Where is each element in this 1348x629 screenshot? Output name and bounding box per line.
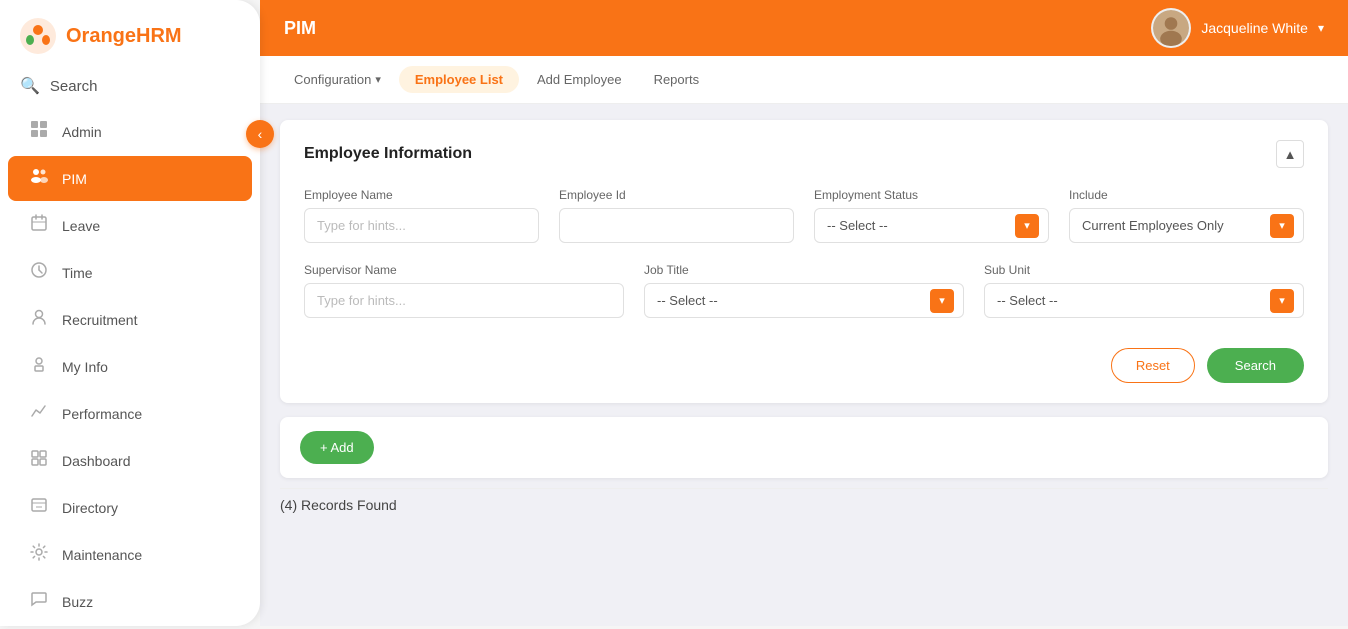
collapse-button[interactable]: ▲ [1276, 140, 1304, 168]
tab-configuration-label: Configuration [294, 72, 371, 87]
main-content: PIM Jacqueline White ▾ Configuration ▾ E… [260, 0, 1348, 626]
config-chevron-icon: ▾ [375, 73, 381, 86]
sidebar-item-recruitment[interactable]: Recruitment [8, 297, 252, 342]
sidebar-item-time[interactable]: Time [8, 250, 252, 295]
header-title: PIM [284, 18, 316, 39]
employee-id-label: Employee Id [559, 188, 794, 202]
sub-unit-select[interactable]: -- Select -- [984, 283, 1304, 318]
page-body: Employee Information ▲ Employee Name Emp… [260, 104, 1348, 626]
employment-status-label: Employment Status [814, 188, 1049, 202]
sidebar-item-dashboard[interactable]: Dashboard [8, 438, 252, 483]
include-label: Include [1069, 188, 1304, 202]
employment-status-wrapper: -- Select -- ▾ [814, 208, 1049, 243]
employee-name-label: Employee Name [304, 188, 539, 202]
time-icon [28, 260, 50, 285]
sub-unit-wrapper: -- Select -- ▾ [984, 283, 1304, 318]
dashboard-label: Dashboard [62, 453, 131, 469]
job-title-wrapper: -- Select -- ▾ [644, 283, 964, 318]
form-row-2: Supervisor Name Job Title -- Select -- ▾… [304, 263, 1304, 318]
employee-name-input[interactable] [304, 208, 539, 243]
search-label: Search [50, 78, 98, 95]
supervisor-name-group: Supervisor Name [304, 263, 624, 318]
pim-label: PIM [62, 171, 87, 187]
form-row-1: Employee Name Employee Id Employment Sta… [304, 188, 1304, 243]
reset-button[interactable]: Reset [1111, 348, 1195, 383]
maintenance-icon [28, 542, 50, 567]
employment-status-select[interactable]: -- Select -- [814, 208, 1049, 243]
recruitment-label: Recruitment [62, 312, 137, 328]
tab-add-employee[interactable]: Add Employee [523, 64, 636, 95]
myinfo-icon [28, 354, 50, 379]
nav-tabs: Configuration ▾ Employee List Add Employ… [260, 56, 1348, 104]
supervisor-name-input[interactable] [304, 283, 624, 318]
supervisor-name-label: Supervisor Name [304, 263, 624, 277]
maintenance-label: Maintenance [62, 547, 142, 563]
tab-reports[interactable]: Reports [640, 64, 714, 95]
sub-unit-group: Sub Unit -- Select -- ▾ [984, 263, 1304, 318]
time-label: Time [62, 265, 93, 281]
include-group: Include Current Employees Only ▾ [1069, 188, 1304, 243]
avatar [1151, 8, 1191, 48]
tab-configuration[interactable]: Configuration ▾ [280, 64, 395, 95]
employee-id-group: Employee Id [559, 188, 794, 243]
sub-unit-label: Sub Unit [984, 263, 1304, 277]
sidebar-item-buzz[interactable]: Buzz [8, 579, 252, 624]
user-dropdown-arrow: ▾ [1318, 21, 1324, 35]
tab-reports-label: Reports [654, 72, 700, 87]
directory-icon [28, 495, 50, 520]
job-title-label: Job Title [644, 263, 964, 277]
user-name: Jacqueline White [1201, 20, 1308, 36]
job-title-select[interactable]: -- Select -- [644, 283, 964, 318]
pim-icon [28, 166, 50, 191]
sidebar: OrangeHRM 🔍 Search Admin [0, 0, 260, 626]
divider [280, 488, 1328, 489]
job-title-group: Job Title -- Select -- ▾ [644, 263, 964, 318]
tab-employee-list[interactable]: Employee List [399, 66, 519, 93]
sidebar-item-directory[interactable]: Directory [8, 485, 252, 530]
search-nav-item[interactable]: 🔍 Search [0, 68, 260, 104]
card-title: Employee Information [304, 145, 472, 163]
performance-label: Performance [62, 406, 142, 422]
records-found: (4) Records Found [280, 497, 1328, 513]
tab-employee-list-label: Employee List [415, 72, 503, 87]
sidebar-item-performance[interactable]: Performance [8, 391, 252, 436]
recruitment-icon [28, 307, 50, 332]
sidebar-item-admin[interactable]: Admin [8, 109, 252, 154]
search-button[interactable]: Search [1207, 348, 1304, 383]
directory-label: Directory [62, 500, 118, 516]
sidebar-item-maintenance[interactable]: Maintenance [8, 532, 252, 577]
search-icon: 🔍 [20, 76, 40, 96]
include-select[interactable]: Current Employees Only [1069, 208, 1304, 243]
sidebar-toggle-button[interactable]: ‹ [246, 120, 274, 148]
myinfo-label: My Info [62, 359, 108, 375]
sidebar-nav: Admin PIM Leave [0, 104, 260, 629]
card-footer: Reset Search [304, 338, 1304, 383]
employment-status-group: Employment Status -- Select -- ▾ [814, 188, 1049, 243]
admin-label: Admin [62, 124, 102, 140]
user-menu[interactable]: Jacqueline White ▾ [1151, 8, 1324, 48]
include-wrapper: Current Employees Only ▾ [1069, 208, 1304, 243]
performance-icon [28, 401, 50, 426]
action-bar: + Add [280, 417, 1328, 478]
app-name: OrangeHRM [66, 25, 182, 48]
employee-info-card: Employee Information ▲ Employee Name Emp… [280, 120, 1328, 403]
card-header: Employee Information ▲ [304, 140, 1304, 168]
buzz-icon [28, 589, 50, 614]
admin-icon [28, 119, 50, 144]
employee-id-input[interactable] [559, 208, 794, 243]
leave-icon [28, 213, 50, 238]
employee-name-group: Employee Name [304, 188, 539, 243]
tab-add-employee-label: Add Employee [537, 72, 622, 87]
header: PIM Jacqueline White ▾ [260, 0, 1348, 56]
buzz-label: Buzz [62, 594, 93, 610]
dashboard-icon [28, 448, 50, 473]
add-button[interactable]: + Add [300, 431, 374, 464]
sidebar-logo: OrangeHRM [0, 0, 260, 68]
sidebar-item-leave[interactable]: Leave [8, 203, 252, 248]
logo-icon [20, 18, 56, 54]
sidebar-item-myinfo[interactable]: My Info [8, 344, 252, 389]
leave-label: Leave [62, 218, 100, 234]
sidebar-item-pim[interactable]: PIM [8, 156, 252, 201]
